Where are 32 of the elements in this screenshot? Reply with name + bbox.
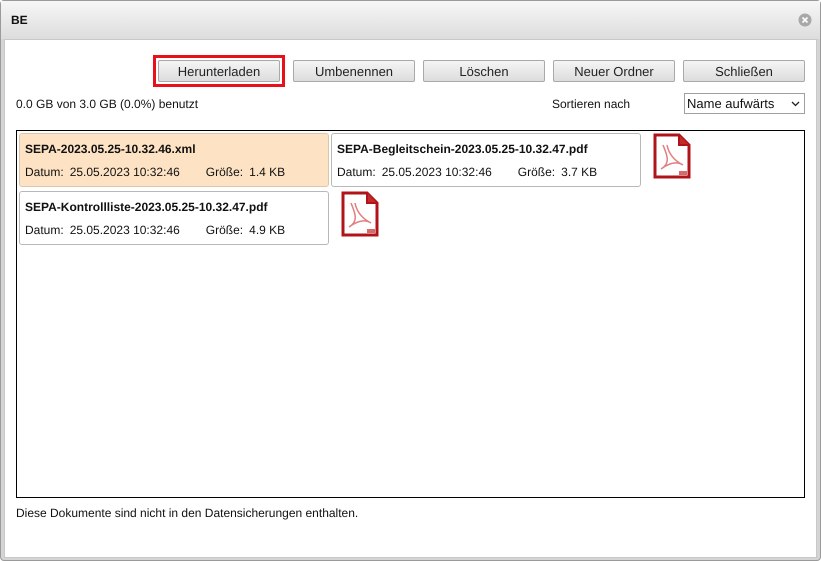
size-label: Größe: — [206, 164, 244, 181]
file-name: SEPA-Kontrollliste-2023.05.25-10.32.47.pdf — [25, 199, 268, 216]
size-label: Größe: — [518, 164, 556, 181]
file-card[interactable]: SEPA-2023.05.25-10.32.46.xml Datum: 25.05.2023 10:32:46 Größe: 1.4 KB — [19, 133, 329, 187]
file-card[interactable]: SEPA-Begleitschein-2023.05.25-10.32.47.pdf Datum: 25.05.2023 10:32:46 Größe: 3.7 KB — [331, 133, 641, 187]
toolbar-button[interactable]: Herunterladen — [158, 60, 280, 82]
chevron-icon — [791, 100, 800, 106]
sort-dropdown[interactable]: Name aufwärts — [684, 93, 805, 114]
file-card[interactable]: SEPA-Kontrollliste-2023.05.25-10.32.47.pdf Datum: 25.05.2023 10:32:46 Größe: 4.9 KB — [19, 191, 329, 245]
file-size: 3.7 KB — [561, 164, 598, 181]
file-name: SEPA-Begleitschein-2023.05.25-10.32.47.pdf — [337, 141, 588, 158]
sort-label: Sortieren nach — [552, 96, 632, 110]
storage-usage: 0.0 GB von 3.0 GB (0.0%) benutzt — [16, 96, 200, 110]
file-date: 25.05.2023 10:32:46 — [70, 222, 180, 239]
file-date: 25.05.2023 10:32:46 — [382, 164, 492, 181]
close-icon[interactable] — [798, 13, 812, 27]
date-label: Datum: — [25, 222, 64, 239]
file-size: 4.9 KB — [249, 222, 286, 239]
window-title: BE — [11, 13, 28, 27]
toolbar-button[interactable]: Neuer Ordner — [553, 60, 675, 82]
size-label: Größe: — [206, 222, 244, 239]
toolbar-button[interactable]: Umbenennen — [293, 60, 415, 82]
date-label: Datum: — [25, 164, 64, 181]
file-date: 25.05.2023 10:32:46 — [70, 164, 180, 181]
file-size: 1.4 KB — [249, 164, 286, 181]
pdf-file-icon — [341, 191, 379, 237]
date-label: Datum: — [337, 164, 376, 181]
file-name: SEPA-2023.05.25-10.32.46.xml — [25, 141, 196, 158]
toolbar-button[interactable]: Schließen — [683, 60, 805, 82]
pdf-file-icon — [653, 133, 691, 179]
toolbar-button[interactable]: Löschen — [423, 60, 545, 82]
backup-note: Diese Dokumente sind nicht in den Datensicherungen enthalten. — [16, 506, 360, 520]
